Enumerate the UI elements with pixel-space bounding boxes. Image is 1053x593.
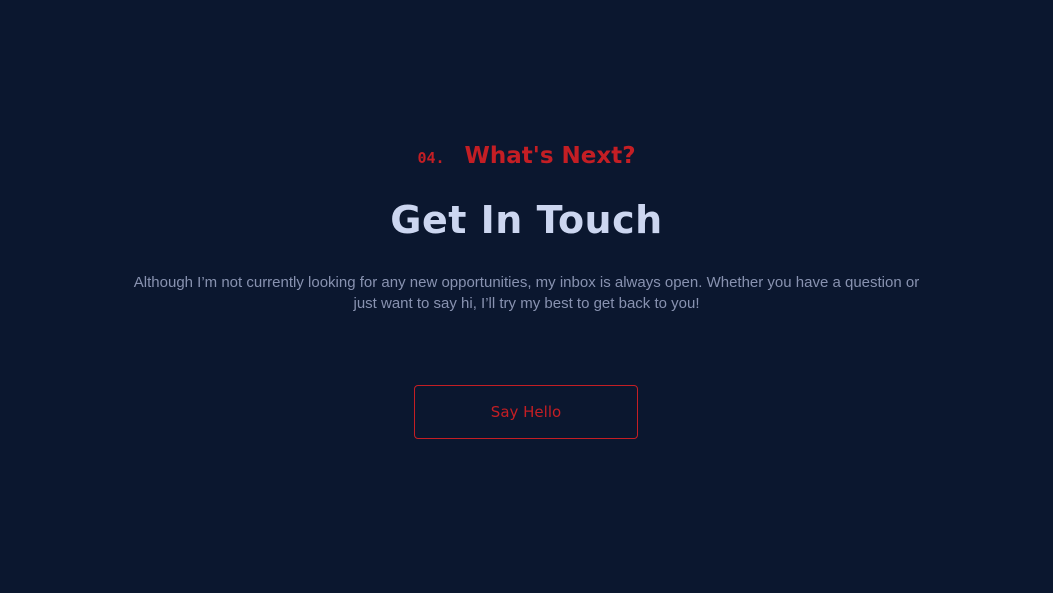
contact-section: 04. What's Next? Get In Touch Although I… xyxy=(0,0,1053,593)
contact-description: Although I’m not currently looking for a… xyxy=(133,274,920,312)
section-number: 04. xyxy=(417,149,445,167)
page-title: Get In Touch xyxy=(390,198,663,242)
overline-title: What's Next? xyxy=(464,143,636,169)
say-hello-button[interactable]: Say Hello xyxy=(414,385,638,439)
section-overline: 04. What's Next? xyxy=(0,143,1053,169)
